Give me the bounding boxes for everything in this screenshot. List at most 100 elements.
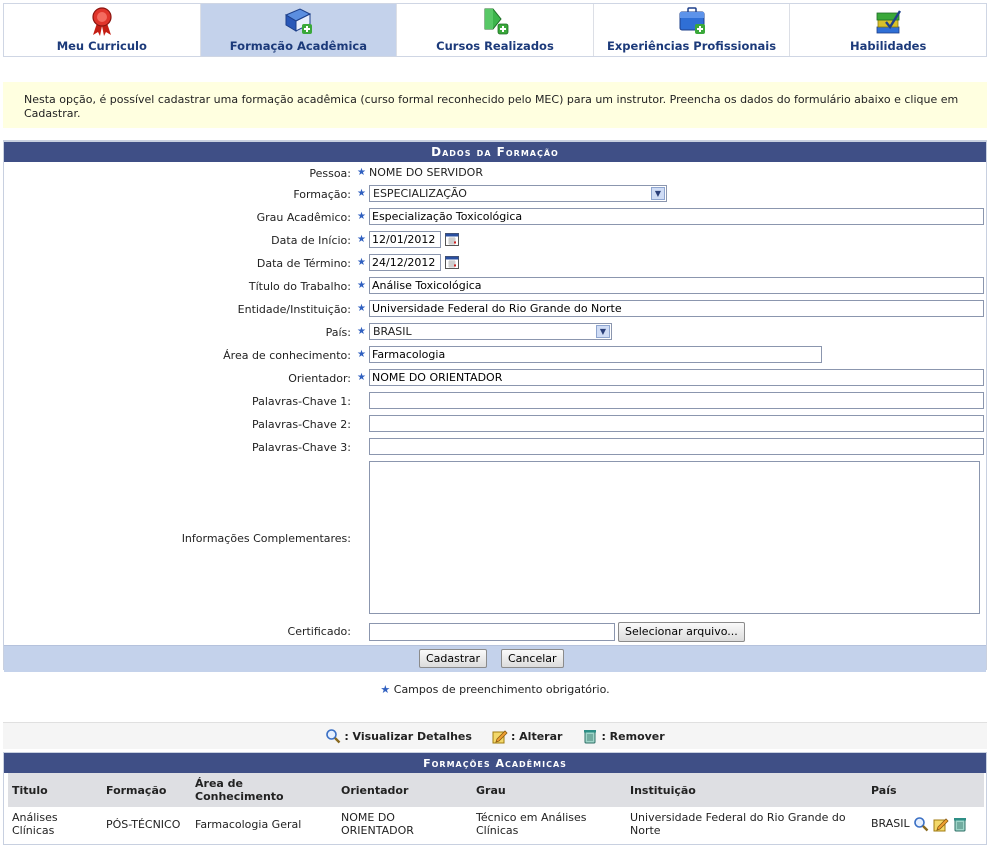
tab-meu-curriculo[interactable]: Meu Curriculo [4,4,201,56]
tab-habilidades[interactable]: Habilidades [790,4,986,56]
info-compl-label: Informações Complementares: [181,532,351,545]
col-formacao: Formação [102,773,191,807]
edit-icon[interactable] [933,816,949,832]
trash-icon[interactable] [952,816,968,832]
row-entidade: Entidade/Instituição: ★ Universidade Fed… [4,300,986,320]
cell-orientador: NOME DO ORIENTADOR [341,811,414,837]
cell-area: Farmacologia Geral [195,817,302,831]
col-area: Área de Conhecimento [191,773,337,807]
certificado-label: Certificado: [287,625,351,638]
pais-selected-value: BRASIL [373,325,412,338]
chevron-down-icon: ▼ [596,325,610,338]
book-add-icon [285,8,313,34]
col-titulo: Titulo [8,773,102,807]
required-star-icon: ★ [357,167,366,178]
form-caption: Dados da Formação [4,141,986,162]
col-instituicao: Instituição [626,773,867,807]
legend-label: : Alterar [510,729,563,743]
data-inicio-input[interactable]: 12/01/2012 [369,231,441,248]
cell-grau: Técnico em Análises Clínicas [476,811,587,837]
edit-icon [492,730,508,744]
chevron-down-icon: ▼ [651,187,665,200]
termino-label: Data de Término: [256,257,351,270]
area-input[interactable]: Farmacologia [369,346,822,363]
info-message: Nesta opção, é possível cadastrar uma fo… [3,82,987,128]
required-star-icon: ★ [357,234,366,245]
titulo-label: Título do Trabalho: [248,280,351,293]
tab-label: Formação Acadêmica [229,39,367,53]
row-formacao: Formação: ★ ESPECIALIZAÇÃO ▼ [4,185,986,205]
entidade-input[interactable]: Universidade Federal do Rio Grande do No… [369,300,984,317]
formacao-selected-value: ESPECIALIZAÇÃO [373,187,467,200]
cancelar-button[interactable]: Cancelar [501,649,564,668]
tab-label: Experiências Profissionais [607,39,777,53]
required-star-icon: ★ [380,683,391,696]
formacao-label: Formação: [293,188,351,201]
row-certificado: Certificado: Selecionar arquivo... [4,622,986,643]
pais-select[interactable]: BRASIL ▼ [369,323,612,340]
magnifier-icon [326,729,341,744]
grau-label: Grau Acadêmico: [256,211,351,224]
certificado-file-input[interactable] [369,623,615,641]
required-note: ★ Campos de preenchimento obrigatório. [0,683,990,696]
required-star-icon: ★ [357,211,366,222]
pessoa-label: Pessoa: [309,167,351,180]
calendar-icon[interactable] [445,232,459,246]
palavras-chave-2-input[interactable] [369,415,984,432]
tab-label: Habilidades [850,39,927,53]
formacao-form: Dados da Formação Pessoa: ★ NOME DO SERV… [3,140,987,672]
kw3-label: Palavras-Chave 3: [251,441,351,454]
area-label: Área de conhecimento: [223,349,351,362]
actions-legend: : Visualizar Detalhes : Alterar : Remove… [3,722,987,749]
formacoes-table: Titulo Formação Área de Conhecimento Ori… [8,773,984,841]
row-termino: Data de Término: ★ 24/12/2012 [4,254,986,274]
required-star-icon: ★ [357,280,366,291]
tab-bar: Meu Curriculo Formação Acadêmica Cursos … [3,3,987,57]
form-footer: Cadastrar Cancelar [4,645,986,672]
tab-label: Cursos Realizados [436,39,554,53]
magnifier-icon[interactable] [913,816,929,832]
tab-formacao-academica[interactable]: Formação Acadêmica [200,4,398,56]
row-palavras-chave-2: Palavras-Chave 2: [4,415,986,435]
orientador-input[interactable]: NOME DO ORIENTADOR [369,369,984,386]
grau-input[interactable]: Especialização Toxicológica [369,208,984,225]
select-file-button[interactable]: Selecionar arquivo... [618,622,745,642]
table-caption: Formações Acadêmicas [4,753,986,773]
required-star-icon: ★ [357,349,366,360]
legend-item-edit: : Alterar [492,728,563,744]
formacoes-table-panel: Formações Acadêmicas Titulo Formação Áre… [3,752,987,845]
legend-item-view: : Visualizar Detalhes [325,728,472,744]
cell-titulo: Análises Clínicas [12,811,58,837]
books-check-icon [876,10,902,34]
data-termino-input[interactable]: 24/12/2012 [369,254,441,271]
cell-instituicao: Universidade Federal do Rio Grande do No… [630,811,846,837]
certificate-add-icon [484,8,509,35]
informacoes-complementares-textarea[interactable] [369,461,980,614]
row-informacoes-complementares: Informações Complementares: [4,461,986,615]
tab-cursos-realizados[interactable]: Cursos Realizados [397,4,594,56]
kw1-label: Palavras-Chave 1: [251,395,351,408]
titulo-input[interactable]: Análise Toxicológica [369,277,984,294]
cell-pais: BRASIL [871,817,910,830]
entidade-label: Entidade/Instituição: [237,303,351,316]
cadastrar-button[interactable]: Cadastrar [419,649,487,668]
row-pais: País: ★ BRASIL ▼ [4,323,986,343]
row-pessoa: Pessoa: ★ NOME DO SERVIDOR [4,164,986,184]
required-star-icon: ★ [357,372,366,383]
table-row: Análises Clínicas PÓS-TÉCNICO Farmacolog… [8,807,984,841]
pessoa-value: NOME DO SERVIDOR [369,166,483,179]
required-star-icon: ★ [357,188,366,199]
palavras-chave-1-input[interactable] [369,392,984,409]
col-orientador: Orientador [337,773,472,807]
palavras-chave-3-input[interactable] [369,438,984,455]
calendar-icon[interactable] [445,255,459,269]
legend-label: : Visualizar Detalhes [344,729,472,743]
pais-label: País: [325,326,351,339]
inicio-label: Data de Início: [271,234,351,247]
trash-icon [584,730,597,744]
col-pais: País [867,773,984,807]
formacao-select[interactable]: ESPECIALIZAÇÃO ▼ [369,185,667,202]
col-grau: Grau [472,773,626,807]
tab-experiencias-profissionais[interactable]: Experiências Profissionais [593,4,791,56]
legend-item-remove: : Remover [582,728,665,744]
